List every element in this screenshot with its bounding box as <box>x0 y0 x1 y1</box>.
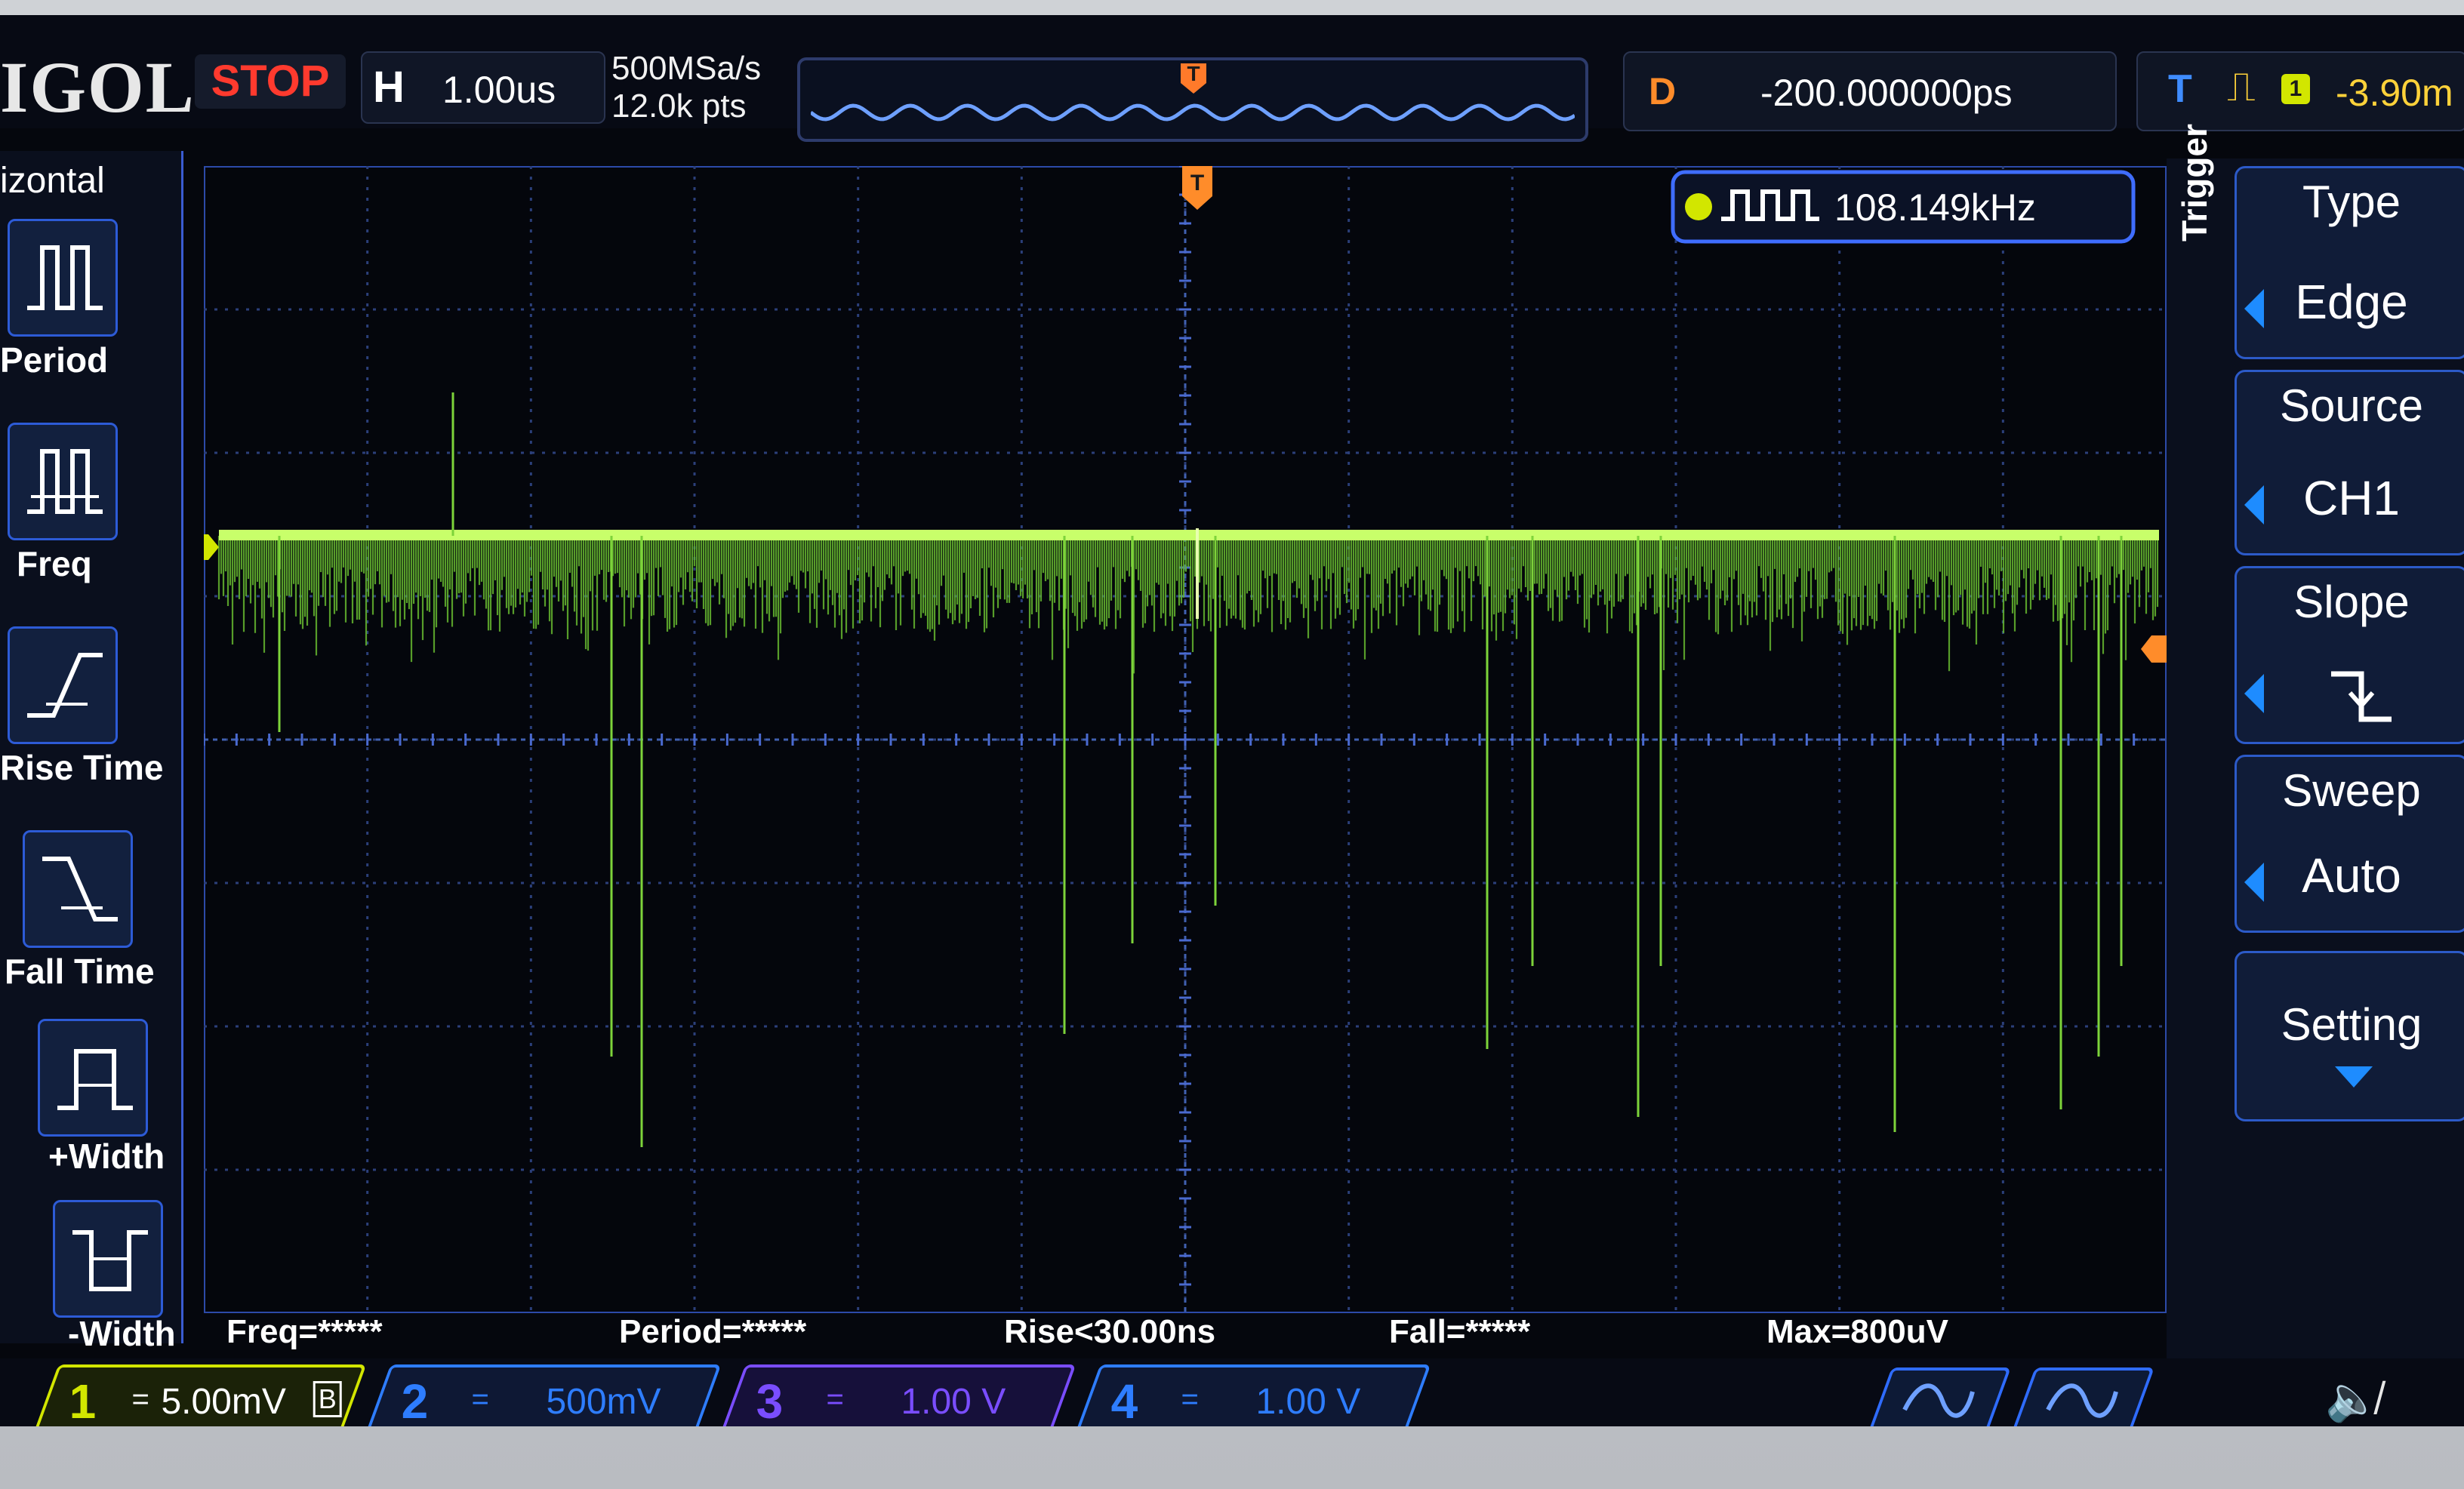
channel-4-number: 4 <box>1110 1374 1138 1426</box>
channel-1-coupling: = <box>131 1383 149 1416</box>
brand-logo: IGOL <box>0 47 196 128</box>
trigger-type-label: Type <box>2302 177 2401 227</box>
horizontal-timebase[interactable]: H 1.00us <box>361 51 605 124</box>
measure-rise-time-label: Rise Time <box>0 748 164 787</box>
trigger-type-button[interactable]: Type Edge <box>2235 166 2464 359</box>
acquisition-info: 500MSa/s 12.0k pts <box>611 50 761 125</box>
trigger-source-value: CH1 <box>2302 471 2401 525</box>
channel-4-tile[interactable]: 4 = 1.00 V <box>1073 1364 1431 1426</box>
frequency-icon <box>27 449 103 514</box>
delay-label: D <box>1649 70 1677 112</box>
channel-2-scale: 500mV <box>546 1382 661 1422</box>
channel-2-coupling: = <box>471 1383 489 1416</box>
trigger-slope-label: Slope <box>2293 577 2410 627</box>
measure-freq-button[interactable] <box>8 423 118 540</box>
waveform-display[interactable]: T 108.149kHz <box>204 166 2167 1313</box>
measure-max-readout: Max=800uV <box>1766 1313 1948 1350</box>
trigger-setting-label: Setting <box>2281 999 2422 1050</box>
chevron-down-icon <box>2335 1066 2373 1088</box>
measure-menu-title: izontal <box>0 161 105 201</box>
fall-time-icon <box>42 857 118 921</box>
channel-1-scale: 5.00mV <box>161 1382 286 1422</box>
graticule <box>204 166 2167 1313</box>
channel-1-number: 1 <box>69 1374 97 1426</box>
channel-2-number: 2 <box>401 1374 429 1426</box>
measure-period-label: Period <box>0 340 109 380</box>
trigger-channel-badge: 1 <box>2281 74 2310 104</box>
sine-wave-icon <box>1902 1383 1975 1418</box>
trigger-menu-title: Trigger <box>2175 124 2214 242</box>
measure-freq-label: Freq <box>17 544 92 583</box>
frequency-counter[interactable]: 108.149kHz <box>1671 170 2136 244</box>
channel-bar: 1 = 5.00mV B 2 = 500mV 3 = 1.00 V 4 = 1.… <box>0 1358 2464 1426</box>
status-bar: IGOL STOP H 1.00us 500MSa/s 12.0k pts T … <box>0 15 2464 142</box>
memory-depth: 12.0k pts <box>611 88 747 125</box>
measure-positive-width-button[interactable] <box>38 1019 148 1137</box>
channel-1-tile[interactable]: 1 = 5.00mV B <box>32 1364 367 1426</box>
trigger-level: -3.90m <box>2336 72 2453 114</box>
negative-width-icon <box>72 1230 148 1291</box>
channel-3-number: 3 <box>756 1374 784 1426</box>
measure-positive-width-label: +Width <box>48 1137 165 1176</box>
overview-trigger-marker: T <box>1181 63 1206 94</box>
measure-period-button[interactable] <box>8 219 118 337</box>
period-icon <box>27 245 103 310</box>
rise-time-icon <box>27 653 103 718</box>
trigger-readout[interactable]: T ⎍ 1 -3.90m <box>2136 51 2464 131</box>
frequency-counter-value: 108.149kHz <box>1834 186 2036 229</box>
delay-value: -200.000000ps <box>1760 72 2013 114</box>
sound-muted-icon[interactable]: 🔈̸ <box>2325 1374 2379 1425</box>
memory-overview: T <box>797 57 1588 142</box>
channel-4-coupling: = <box>1181 1383 1199 1416</box>
horizontal-label: H <box>373 63 405 112</box>
measure-rise-time-button[interactable] <box>8 626 118 744</box>
run-stop-indicator[interactable]: STOP <box>195 54 346 109</box>
measure-negative-width-button[interactable] <box>53 1200 163 1318</box>
positive-width-icon <box>57 1049 133 1110</box>
math-channel-button[interactable] <box>1867 1367 2012 1426</box>
svg-text:T: T <box>1190 171 1204 195</box>
timebase-value: 1.00us <box>442 69 556 111</box>
falling-edge-icon: ⎍ <box>2227 64 2256 109</box>
measure-fall-time-button[interactable] <box>23 830 133 948</box>
trigger-setting-button[interactable]: Setting <box>2235 951 2464 1121</box>
delay-readout[interactable]: D -200.000000ps <box>1623 51 2117 131</box>
channel-1-bandwidth-badge: B <box>313 1381 342 1417</box>
trigger-label: T <box>2168 67 2192 111</box>
measure-freq-readout: Freq=***** <box>226 1313 383 1350</box>
oscilloscope-screen: IGOL STOP H 1.00us 500MSa/s 12.0k pts T … <box>0 15 2464 1426</box>
sample-rate: 500MSa/s <box>611 50 762 87</box>
trigger-sweep-button[interactable]: Sweep Auto <box>2235 755 2464 933</box>
measure-period-readout: Period=***** <box>619 1313 807 1350</box>
measure-menu: izontal Period Freq Rise Time Fall Time … <box>0 151 183 1353</box>
sine-wave-icon <box>2046 1383 2118 1418</box>
falling-slope-icon <box>2331 671 2392 722</box>
ref-channel-button[interactable] <box>2010 1367 2155 1426</box>
overview-waveform <box>811 103 1575 122</box>
trigger-slope-button[interactable]: Slope <box>2235 566 2464 744</box>
channel-2-tile[interactable]: 2 = 500mV <box>364 1364 722 1426</box>
trigger-sweep-label: Sweep <box>2282 765 2421 816</box>
trigger-type-value: Edge <box>2295 275 2408 329</box>
chevron-left-icon <box>2244 674 2264 713</box>
trigger-sweep-value: Auto <box>2302 848 2401 903</box>
channel-3-coupling: = <box>826 1383 844 1416</box>
measure-fall-readout: Fall=***** <box>1389 1313 1531 1350</box>
measure-fall-time-label: Fall Time <box>5 952 155 991</box>
measure-rise-readout: Rise<30.00ns <box>1004 1313 1216 1350</box>
channel-3-scale: 1.00 V <box>901 1382 1006 1422</box>
channel-4-scale: 1.00 V <box>1255 1382 1361 1422</box>
trigger-source-button[interactable]: Source CH1 <box>2235 370 2464 555</box>
trigger-source-label: Source <box>2279 380 2424 431</box>
channel-3-tile[interactable]: 3 = 1.00 V <box>719 1364 1076 1426</box>
